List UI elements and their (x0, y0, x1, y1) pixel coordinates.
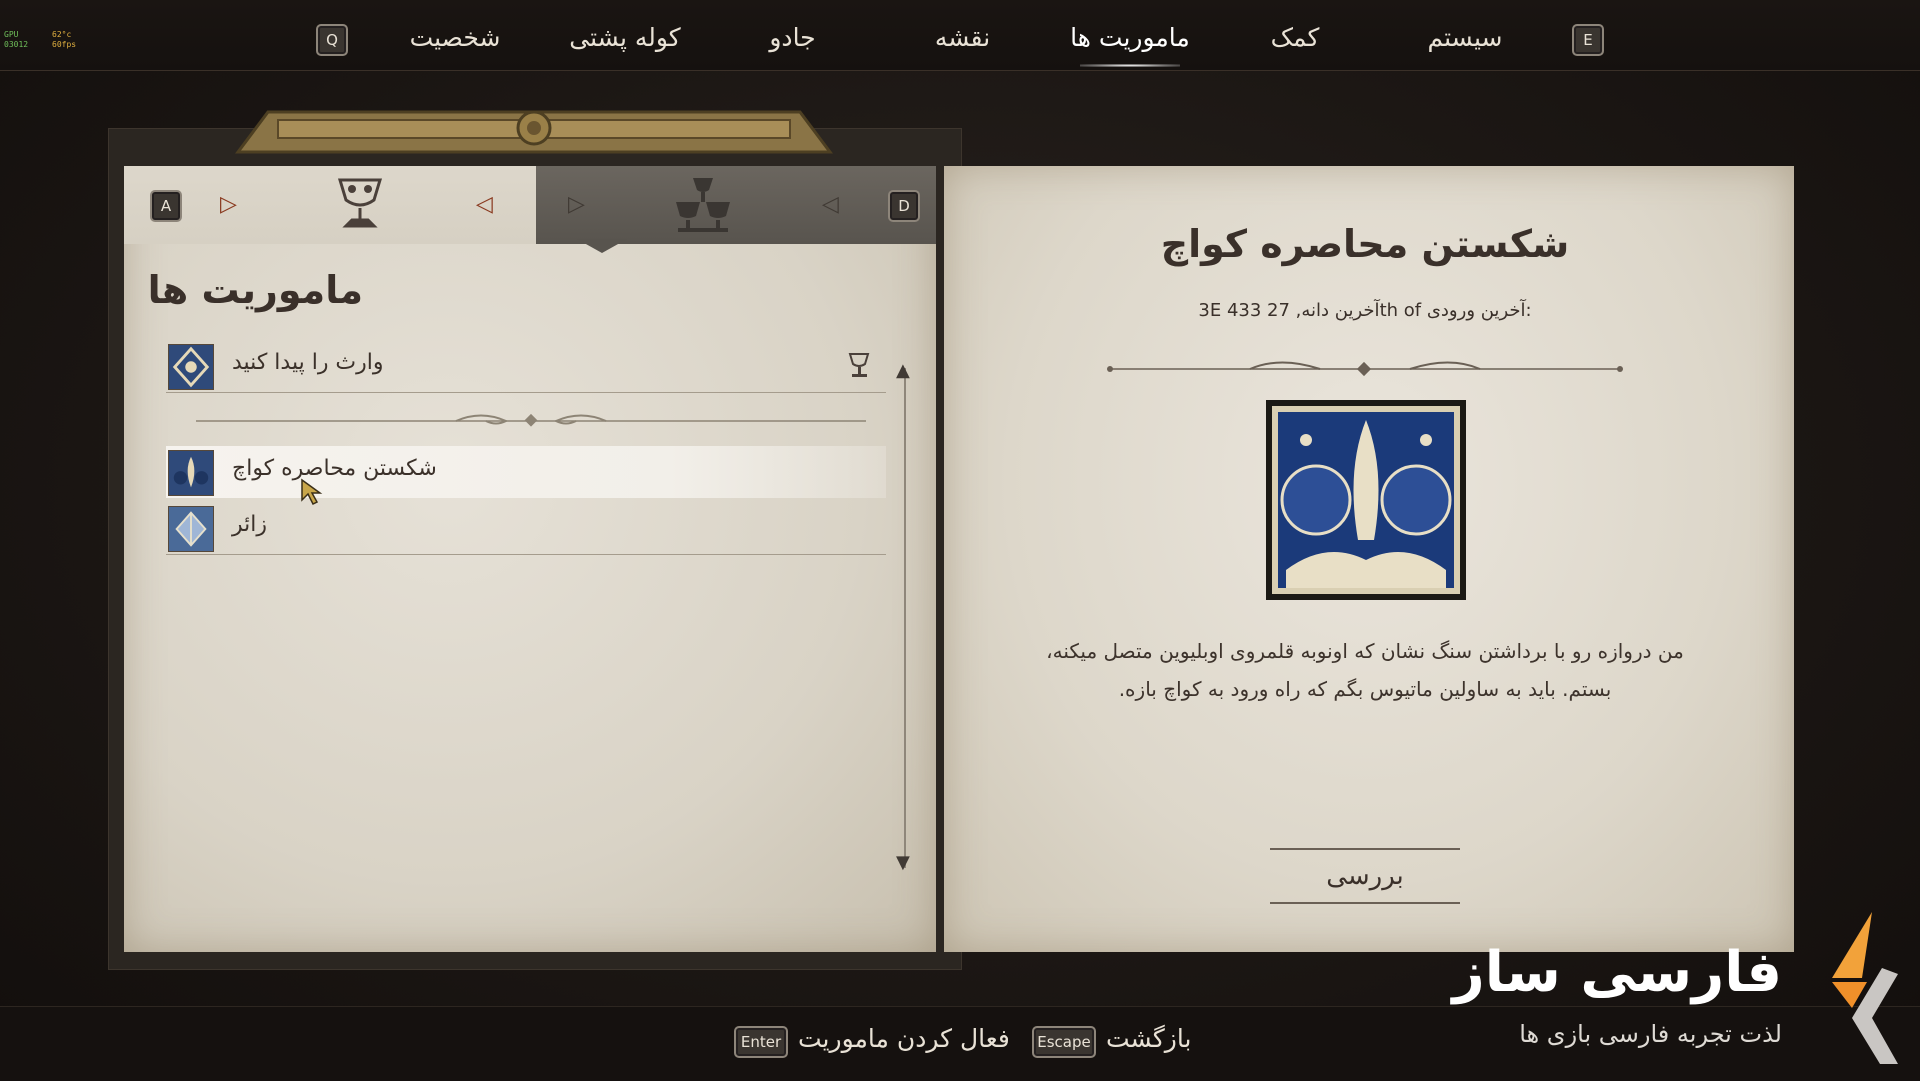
brand-logo-icon (1832, 912, 1898, 1064)
escape-key[interactable]: Escape (1032, 1026, 1096, 1058)
activate-quest-hint[interactable]: فعال کردن ماموریت (798, 1024, 1010, 1053)
row-divider (166, 392, 886, 393)
quest-emblem-icon (168, 344, 214, 390)
quest-detail-description: من دروازه رو با برداشتن سنگ نشان که اونو… (1046, 639, 1684, 701)
quest-label: شکستن محاصره کواچ (232, 456, 437, 481)
tab-left-arrow-icon[interactable]: ▷ (220, 194, 237, 216)
enter-key[interactable]: Enter (734, 1026, 788, 1058)
back-hint[interactable]: بازگشت (1106, 1024, 1191, 1053)
watermark-tagline: لذت تجربه فارسی بازی ها (1519, 1020, 1782, 1048)
quest-illustration-image (1266, 400, 1466, 600)
scrollbar-track[interactable] (904, 368, 906, 868)
tab-active-quests[interactable] (124, 166, 536, 244)
tab2-right-arrow-icon[interactable]: ◁ (822, 194, 839, 216)
detail-ornament-divider (1107, 361, 1623, 377)
tab-right-arrow-icon[interactable]: ◁ (476, 194, 493, 216)
nav-tab-quests[interactable]: ماموریت ها (1050, 18, 1210, 58)
goblets-stack-icon (676, 178, 730, 232)
nav-tab-help[interactable]: کمک (1240, 18, 1350, 58)
nav-active-indicator (1080, 64, 1180, 67)
nav-tab-system[interactable]: سیستم (1400, 18, 1530, 58)
quest-detail-date: 3E 433 آخرین دانه, 27th of آخرین ورودی: (1198, 300, 1532, 321)
review-button[interactable]: بررسی (1270, 848, 1460, 904)
quest-emblem-icon (168, 450, 214, 496)
quest-row-selected[interactable]: شکستن محاصره کواچ (166, 446, 886, 498)
quest-emblem-icon (168, 506, 214, 552)
tab2-left-arrow-icon[interactable]: ▷ (568, 194, 585, 216)
scroll-down-icon[interactable]: ▼ (896, 852, 910, 874)
book-crest-ornament (235, 110, 833, 154)
quest-detail-title: شکستن محاصره کواچ (1160, 222, 1570, 266)
quest-label: زائر (232, 512, 267, 537)
quest-row[interactable]: وارث را پیدا کنید (166, 340, 886, 392)
ornamental-divider (196, 413, 866, 427)
quest-label: وارث را پیدا کنید (232, 350, 384, 375)
nav-tab-inventory[interactable]: کوله پشتی (555, 18, 695, 58)
tab-pointer (577, 239, 627, 253)
quest-row[interactable]: زائر (166, 502, 886, 554)
watermark-brand: فارسی ساز (1452, 940, 1783, 1005)
active-quest-goblet-icon (848, 353, 870, 377)
quest-list-title: ماموریت ها (147, 268, 363, 312)
scroll-up-icon[interactable]: ▲ (896, 360, 910, 382)
gpu-label: GPU (4, 30, 19, 39)
tab-next-key[interactable]: D (888, 190, 920, 222)
temp-value: 62°c (52, 30, 72, 39)
nav-next-key[interactable]: E (1572, 24, 1604, 56)
fps-value: 60fps (52, 40, 77, 49)
gpu-value: 03012 (4, 40, 29, 49)
tab-prev-key[interactable]: A (150, 190, 182, 222)
nav-tab-magic[interactable]: جادو (735, 18, 850, 58)
nav-tab-map[interactable]: نقشه (905, 18, 1020, 58)
row-divider (166, 554, 886, 555)
tab-completed-quests[interactable] (536, 166, 936, 244)
nav-prev-key[interactable]: Q (316, 24, 348, 56)
nav-tab-character[interactable]: شخصیت (390, 18, 520, 58)
goblet-icon (337, 178, 383, 228)
